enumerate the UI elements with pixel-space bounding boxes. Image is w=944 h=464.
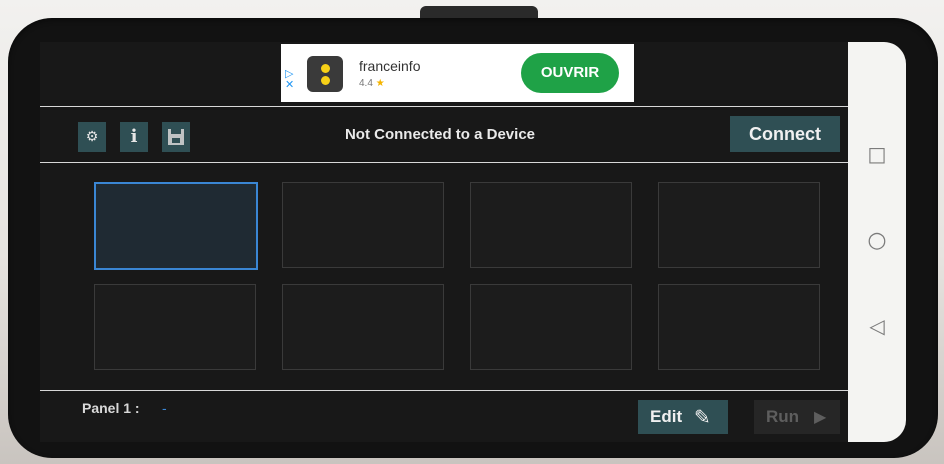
ad-app-name: franceinfo bbox=[359, 58, 421, 74]
panel-cell-7[interactable] bbox=[470, 284, 632, 370]
ad-banner[interactable]: ▷ ✕ franceinfo 4.4 ★ OUVRIR bbox=[281, 44, 634, 102]
panel-cell-8[interactable] bbox=[658, 284, 820, 370]
android-nav-bar: □ ○ ◁ bbox=[848, 42, 906, 442]
triangle-back-icon[interactable]: ◁ bbox=[848, 314, 906, 338]
edit-button[interactable]: Edit ✎ bbox=[638, 400, 728, 434]
pencil-icon: ✎ bbox=[694, 405, 711, 429]
panel-value: - bbox=[162, 400, 167, 416]
run-label: Run bbox=[766, 407, 800, 426]
square-icon[interactable]: □ bbox=[848, 142, 906, 166]
panel-cell-2[interactable] bbox=[282, 182, 444, 268]
ad-rating-value: 4.4 bbox=[359, 78, 373, 89]
save-button[interactable] bbox=[162, 122, 190, 152]
panel-cell-3[interactable] bbox=[470, 182, 632, 268]
star-icon: ★ bbox=[375, 78, 385, 89]
divider bbox=[40, 106, 848, 107]
play-icon: ▶ bbox=[814, 407, 827, 426]
panel-cell-6[interactable] bbox=[282, 284, 444, 370]
panel-cell-5[interactable] bbox=[94, 284, 256, 370]
divider bbox=[40, 390, 848, 391]
info-icon: i bbox=[130, 126, 138, 147]
info-button[interactable]: i bbox=[120, 122, 148, 152]
gears-icon: ⚙ bbox=[85, 129, 99, 145]
ad-open-button[interactable]: OUVRIR bbox=[521, 53, 619, 93]
floppy-disk-icon bbox=[168, 129, 184, 145]
ad-rating: 4.4 ★ bbox=[359, 78, 385, 89]
panel-cell-1[interactable] bbox=[94, 182, 258, 270]
settings-button[interactable]: ⚙ bbox=[78, 122, 106, 152]
connection-status: Not Connected to a Device bbox=[344, 126, 536, 143]
circle-icon[interactable]: ○ bbox=[848, 228, 906, 253]
franceinfo-logo bbox=[307, 56, 343, 92]
divider bbox=[40, 162, 848, 163]
adchoices-icon[interactable]: ▷ ✕ bbox=[285, 68, 294, 90]
app-screen: ▷ ✕ franceinfo 4.4 ★ OUVRIR ⚙ i Not Conne… bbox=[40, 42, 848, 442]
connect-button[interactable]: Connect bbox=[730, 116, 840, 152]
run-button[interactable]: Run ▶ bbox=[754, 400, 840, 434]
panel-label: Panel 1 : bbox=[82, 400, 140, 416]
panel-cell-4[interactable] bbox=[658, 182, 820, 268]
edit-label: Edit bbox=[650, 407, 683, 426]
